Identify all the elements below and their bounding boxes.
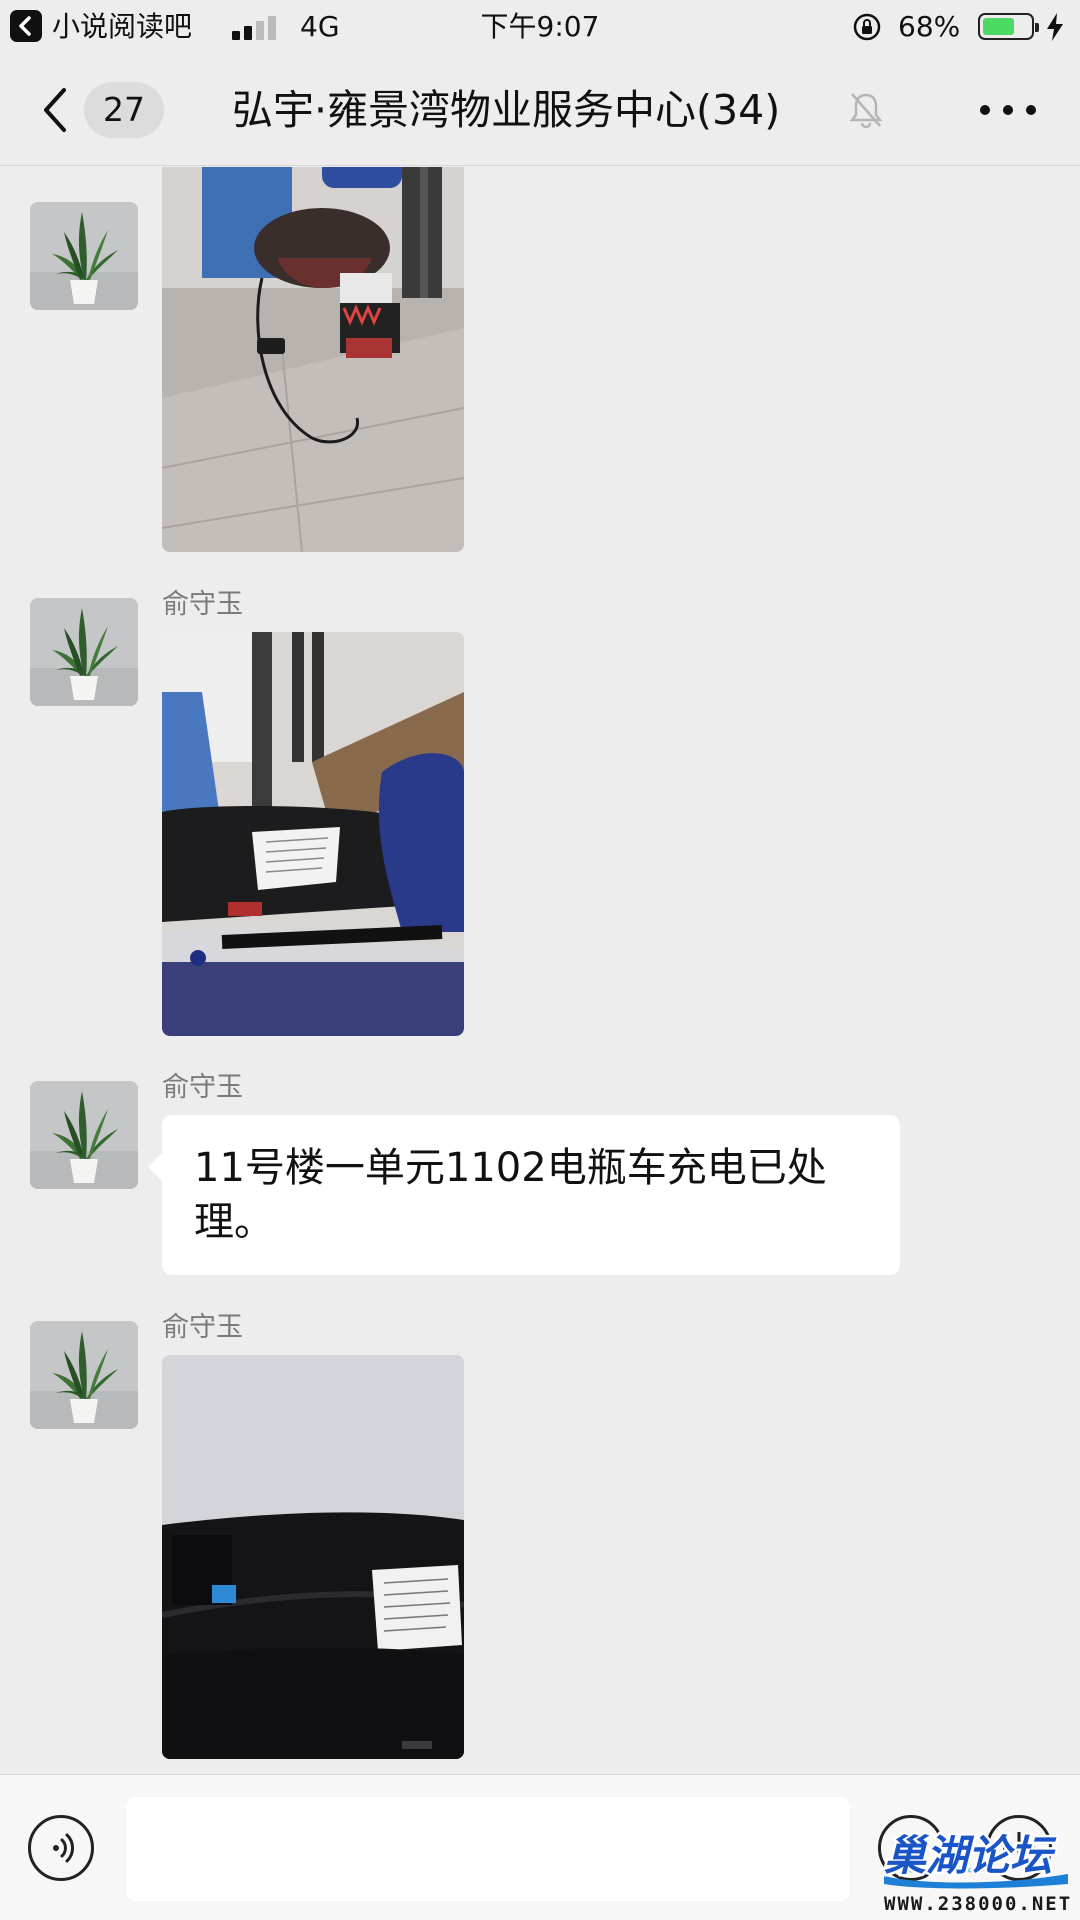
bell-muted-icon: [849, 93, 883, 129]
sender-avatar[interactable]: [30, 1321, 138, 1429]
message-photo[interactable]: [162, 632, 464, 1036]
svg-text:巢湖论坛: 巢湖论坛: [884, 1831, 1057, 1880]
message-photo[interactable]: [162, 1355, 464, 1759]
sender-avatar[interactable]: [30, 202, 138, 310]
sender-name: 俞守玉: [162, 1072, 243, 1103]
sender-avatar[interactable]: [30, 1081, 138, 1189]
sender-name: 俞守玉: [162, 589, 243, 620]
rotation-lock-icon: [853, 13, 881, 41]
status-bar: 小说阅读吧 4G 下午9:07 68%: [0, 0, 1080, 54]
battery-icon: [978, 13, 1039, 40]
sender-name: 俞守玉: [162, 1312, 243, 1343]
message-input[interactable]: [126, 1797, 850, 1901]
message-photo[interactable]: [162, 167, 464, 552]
charging-icon: [1047, 13, 1063, 41]
chat-header: 27 弘宇·雍景湾物业服务中心(34): [0, 54, 1080, 166]
forum-watermark: 巢湖论坛 WWW.238000.NET: [878, 1828, 1076, 1918]
message-list[interactable]: 俞守玉 俞守玉 11号楼一单元1102电瓶车充电已处理。 俞守玉: [0, 167, 1080, 1773]
chevron-left-icon[interactable]: [40, 86, 70, 134]
text-message-bubble[interactable]: 11号楼一单元1102电瓶车充电已处理。: [148, 1115, 900, 1275]
battery-percent: 68%: [898, 10, 961, 43]
voice-icon[interactable]: [28, 1815, 94, 1881]
unread-count-badge[interactable]: 27: [84, 82, 164, 138]
chat-title: 弘宇·雍景湾物业服务中心(34): [232, 86, 781, 134]
watermark-logo: 巢湖论坛: [878, 1828, 1076, 1890]
battery-level-fill: [983, 18, 1015, 35]
watermark-url: WWW.238000.NET: [884, 1893, 1073, 1915]
sender-avatar[interactable]: [30, 598, 138, 706]
more-icon[interactable]: [980, 98, 1036, 122]
